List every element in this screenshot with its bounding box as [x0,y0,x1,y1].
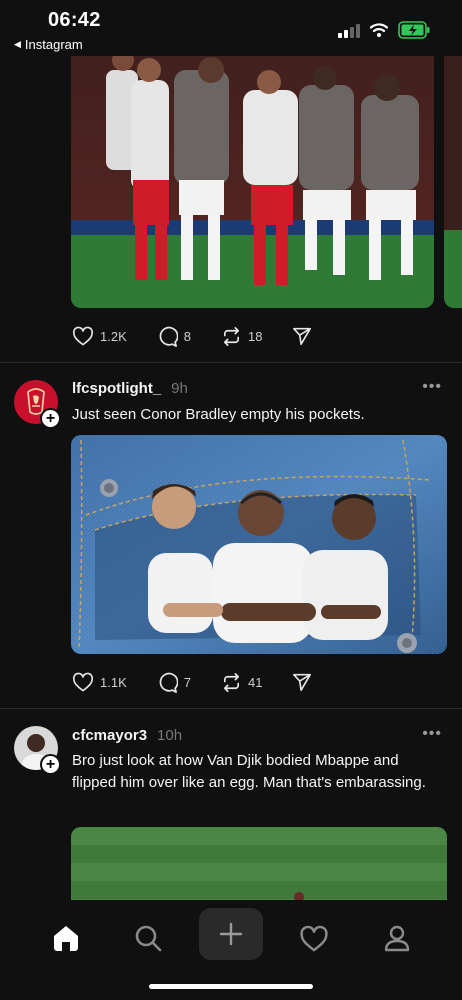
status-bar: 06:42 ◀ Instagram [0,0,462,56]
repost-count: 41 [247,674,263,690]
nav-activity[interactable] [294,918,334,958]
wifi-icon [370,23,388,37]
like-count: 1.1K [100,674,127,690]
nav-create-button[interactable] [199,908,263,960]
add-icon [219,922,243,946]
follow-plus-icon[interactable]: + [40,754,61,775]
comment-count: 8 [183,328,191,344]
repost-button[interactable]: 18 [221,326,262,347]
post-divider [0,362,462,363]
send-icon [293,673,312,691]
post-time: 10h [157,727,183,744]
repost-icon [223,326,240,346]
heart-icon [72,672,94,692]
follow-plus-icon[interactable]: + [40,408,61,429]
heart-icon [72,326,94,346]
username[interactable]: lfcspotlight_ [72,380,161,397]
post-1-actions: 1.2K 8 18 [72,324,318,348]
username[interactable]: cfcmayor3 [72,727,147,744]
heart-icon [300,925,328,951]
back-to-app-link[interactable]: ◀ Instagram [14,37,83,52]
home-indicator[interactable] [149,984,313,989]
comment-icon [159,326,178,347]
post-2-actions: 1.1K 7 41 [72,670,318,694]
back-arrow-icon: ◀ [14,39,21,49]
more-options-icon[interactable]: ••• [422,378,442,396]
status-time: 06:42 [48,9,101,31]
comment-count: 7 [183,674,191,690]
comment-icon [159,672,178,693]
share-button[interactable] [292,672,318,692]
share-button[interactable] [292,326,318,346]
nav-home[interactable] [46,918,86,958]
post-author[interactable]: cfcmayor3 10h [72,727,182,744]
post-divider [0,708,462,709]
jeans-pocket-image [71,435,447,654]
nav-profile[interactable] [377,918,417,958]
post-2-media[interactable] [71,435,447,654]
post-author[interactable]: lfcspotlight_ 9h [72,380,188,397]
cellular-signal-icon [338,24,360,38]
more-options-icon[interactable]: ••• [422,725,442,743]
comment-button[interactable]: 7 [157,672,191,693]
post-caption: Bro just look at how Van Djik bodied Mba… [72,752,426,791]
like-count: 1.2K [100,328,127,344]
repost-count: 18 [247,328,263,344]
search-icon [135,925,162,952]
home-icon [54,926,78,951]
repost-icon [223,672,240,692]
profile-icon [384,925,410,952]
battery-charging-icon [398,21,430,39]
back-app-label: Instagram [24,37,83,52]
like-button[interactable]: 1.2K [72,326,127,346]
send-icon [293,327,312,345]
post-time: 9h [171,380,188,397]
like-button[interactable]: 1.1K [72,672,127,692]
post-caption: Just seen Conor Bradley empty his pocket… [72,406,365,423]
comment-button[interactable]: 8 [157,326,191,347]
nav-search[interactable] [128,918,168,958]
repost-button[interactable]: 41 [221,672,262,693]
